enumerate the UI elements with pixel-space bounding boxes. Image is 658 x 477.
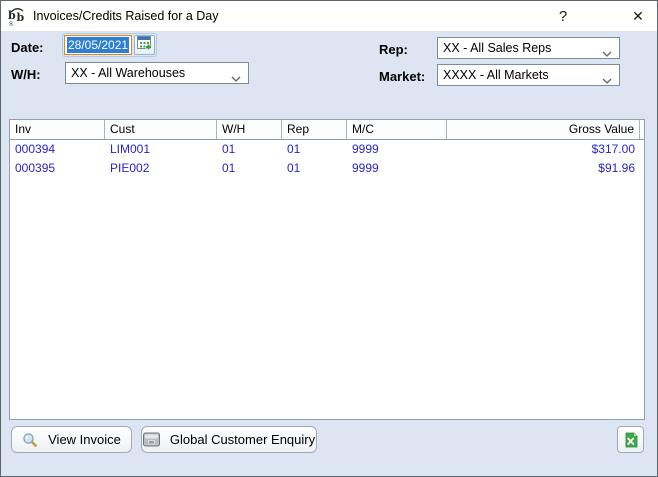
column-header-inv[interactable]: Inv: [10, 120, 105, 139]
table-header: InvCustW/HRepM/CGross Value: [10, 120, 644, 140]
table-cell: 9999: [347, 140, 447, 159]
row-filler: [640, 159, 644, 178]
global-customer-enquiry-button[interactable]: Global Customer Enquiry: [141, 426, 317, 453]
global-customer-enquiry-label: Global Customer Enquiry: [170, 432, 315, 447]
column-header-m-c[interactable]: M/C: [347, 120, 447, 139]
table-cell: $91.96: [447, 159, 640, 178]
chevron-down-icon: [602, 46, 612, 60]
date-label: Date:: [11, 40, 44, 55]
table-cell: 01: [282, 140, 347, 159]
magnifier-icon: [22, 432, 38, 448]
column-header-w-h[interactable]: W/H: [217, 120, 282, 139]
warehouse-select[interactable]: XX - All Warehouses: [65, 62, 249, 84]
table-cell: PIE002: [105, 159, 217, 178]
table-cell: 000395: [10, 159, 105, 178]
table-cell: 01: [282, 159, 347, 178]
date-control: 28/05/2021: [62, 33, 157, 57]
cash-register-icon: [143, 432, 160, 447]
date-input[interactable]: 28/05/2021: [64, 35, 132, 55]
warehouse-value: XX - All Warehouses: [71, 66, 185, 80]
table-row[interactable]: 000394LIM00101019999$317.00: [10, 140, 644, 159]
view-invoice-button[interactable]: View Invoice: [11, 426, 132, 453]
view-invoice-label: View Invoice: [48, 432, 121, 447]
export-to-excel-button[interactable]: [617, 426, 644, 453]
market-select[interactable]: XXXX - All Markets: [437, 64, 620, 86]
svg-text:b: b: [17, 11, 25, 24]
date-picker-button[interactable]: [134, 35, 155, 55]
date-value: 28/05/2021: [67, 37, 129, 53]
table-cell: LIM001: [105, 140, 217, 159]
rep-select[interactable]: XX - All Sales Reps: [437, 37, 620, 59]
table-cell: 01: [217, 159, 282, 178]
window-title: Invoices/Credits Raised for a Day: [33, 9, 219, 23]
excel-icon: [623, 432, 639, 448]
close-button[interactable]: ✕: [619, 1, 657, 31]
table-row[interactable]: 000395PIE00201019999$91.96: [10, 159, 644, 178]
table-cell: 9999: [347, 159, 447, 178]
rep-label: Rep:: [379, 42, 408, 57]
calendar-icon: [137, 36, 152, 55]
market-value: XXXX - All Markets: [443, 68, 549, 82]
chevron-down-icon: [602, 73, 612, 87]
column-header-gross-value[interactable]: Gross Value: [447, 120, 640, 139]
titlebar: b s b Invoices/Credits Raised for a Day …: [1, 1, 657, 31]
column-header-cust[interactable]: Cust: [105, 120, 217, 139]
column-header-rep[interactable]: Rep: [282, 120, 347, 139]
table-cell: 01: [217, 140, 282, 159]
header-filler: [640, 120, 644, 139]
row-filler: [640, 140, 644, 159]
help-button[interactable]: ?: [544, 1, 582, 31]
table-cell: $317.00: [447, 140, 640, 159]
chevron-down-icon: [231, 71, 241, 85]
rep-value: XX - All Sales Reps: [443, 41, 551, 55]
market-label: Market:: [379, 69, 425, 84]
bsb-logo-icon: b s b: [7, 6, 27, 26]
dialog-window: b s b Invoices/Credits Raised for a Day …: [0, 0, 658, 477]
svg-text:s: s: [9, 19, 13, 27]
table-cell: 000394: [10, 140, 105, 159]
warehouse-label: W/H:: [11, 67, 41, 82]
invoice-table: InvCustW/HRepM/CGross Value 000394LIM001…: [9, 119, 645, 420]
table-body: 000394LIM00101019999$317.00000395PIE0020…: [10, 140, 644, 178]
